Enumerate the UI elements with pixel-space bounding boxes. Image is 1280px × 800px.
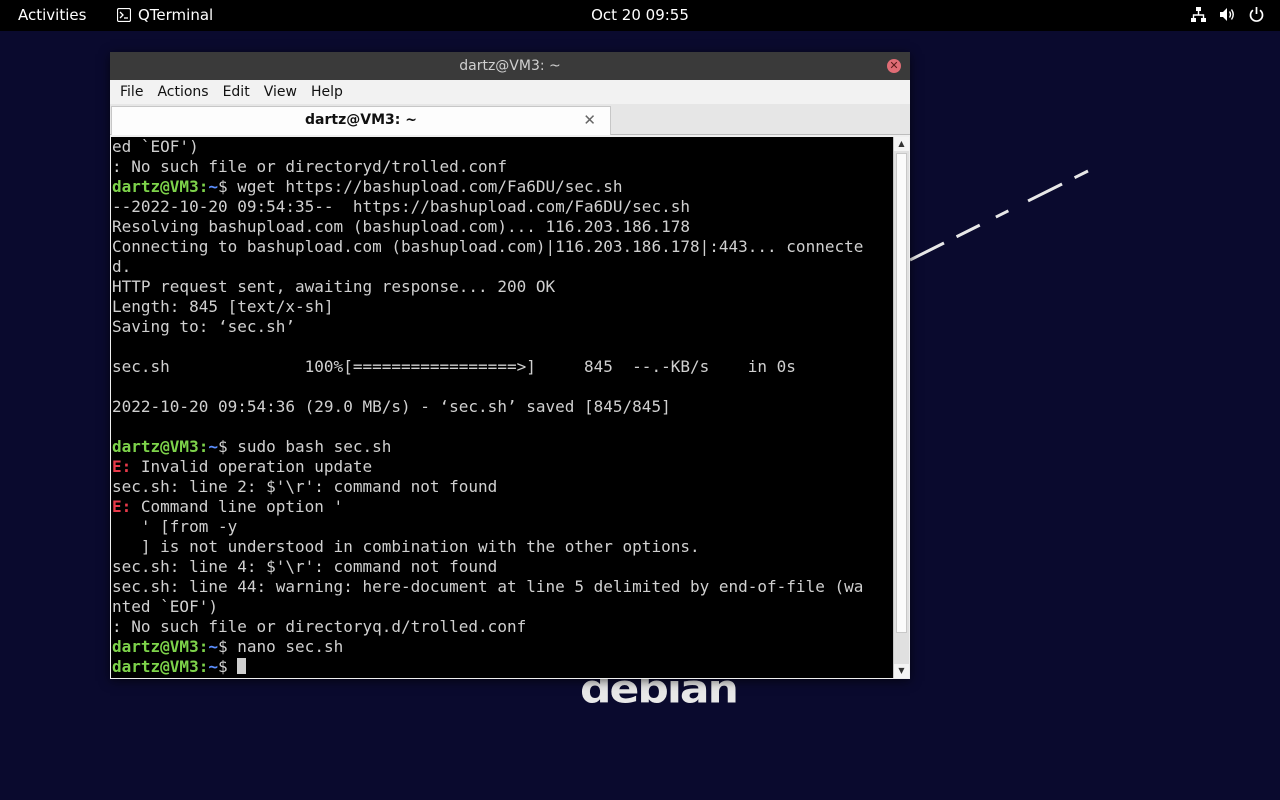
prompt-path: ~ — [208, 437, 218, 456]
terminal-output-line: Saving to: ‘sec.sh’ — [112, 317, 296, 336]
power-icon[interactable] — [1248, 6, 1265, 23]
close-tab-icon[interactable]: ✕ — [583, 107, 596, 134]
prompt-path: ~ — [208, 177, 218, 196]
terminal-output-line: d. — [112, 257, 132, 276]
terminal-output-line: --2022-10-20 09:54:35-- https://bashuplo… — [112, 197, 690, 216]
volume-icon[interactable] — [1219, 6, 1236, 23]
error-tag: E: — [112, 497, 132, 516]
wallpaper-swoosh — [909, 169, 1089, 262]
menu-actions[interactable]: Actions — [157, 80, 215, 104]
menu-file[interactable]: File — [120, 80, 150, 104]
prompt-symbol: $ — [217, 437, 238, 456]
terminal-output-line: 2022-10-20 09:54:36 (29.0 MB/s) - ‘sec.s… — [112, 397, 671, 416]
terminal-output-line: Length: 845 [text/x-sh] — [112, 297, 334, 316]
network-icon[interactable] — [1190, 6, 1207, 23]
prompt-user: dartz@VM3 — [112, 657, 199, 676]
terminal-output-line: ed `EOF') — [112, 137, 199, 156]
terminal-output-line: : No such file or directoryd/trolled.con… — [112, 157, 507, 176]
terminal-error-line: E: Command line option ' — [112, 497, 893, 517]
prompt-user: dartz@VM3 — [112, 437, 199, 456]
error-tag: E: — [112, 457, 132, 476]
terminal-output-line: sec.sh: line 2: $'\r': command not found — [112, 477, 498, 496]
app-name: QTerminal — [138, 6, 214, 24]
prompt-path: ~ — [208, 657, 218, 676]
terminal-output-line: HTTP request sent, awaiting response... … — [112, 277, 556, 296]
prompt-user: dartz@VM3 — [112, 637, 199, 656]
command-text: sudo bash sec.sh — [237, 437, 392, 456]
menu-help[interactable]: Help — [311, 80, 350, 104]
terminal-output-line: sec.sh: line 4: $'\r': command not found — [112, 557, 498, 576]
terminal-window[interactable]: dartz@VM3: ~ ✕ File Actions Edit View He… — [110, 52, 910, 679]
terminal-output-line: : No such file or directoryq.d/trolled.c… — [112, 617, 527, 636]
menu-view[interactable]: View — [264, 80, 304, 104]
terminal-prompt-line: dartz@VM3:~$ sudo bash sec.sh — [112, 437, 893, 457]
activities-button[interactable]: Activities — [18, 6, 86, 24]
prompt-symbol: $ — [217, 657, 238, 676]
prompt-path: ~ — [208, 637, 218, 656]
scrollbar-thumb[interactable] — [896, 153, 907, 633]
prompt-separator: : — [198, 177, 209, 196]
terminal-output-line: sec.sh: line 44: warning: here-document … — [112, 577, 864, 596]
prompt-separator: : — [198, 437, 209, 456]
terminal-prompt-line: dartz@VM3:~$ wget https://bashupload.com… — [112, 177, 893, 197]
close-window-button[interactable]: ✕ — [887, 59, 901, 73]
tab-bar: dartz@VM3: ~ ✕ — [110, 104, 910, 135]
terminal-output-line: sec.sh 100%[=================>] 845 --.-… — [112, 357, 796, 376]
error-text: Command line option ' — [131, 497, 344, 516]
close-icon: ✕ — [889, 59, 899, 72]
prompt-symbol: $ — [217, 637, 238, 656]
terminal-error-line: E: Invalid operation update — [112, 457, 893, 477]
prompt-separator: : — [198, 637, 209, 656]
scroll-up-arrow-icon[interactable]: ▲ — [894, 137, 909, 151]
window-title: dartz@VM3: ~ — [459, 58, 561, 74]
command-text: wget https://bashupload.com/Fa6DU/sec.sh — [237, 177, 623, 196]
terminal-app-icon — [117, 8, 131, 22]
command-text: nano sec.sh — [237, 637, 344, 656]
terminal-lines: ed `EOF'): No such file or directoryd/tr… — [111, 137, 893, 677]
terminal-output-line: ] is not understood in combination with … — [112, 537, 700, 556]
terminal-prompt-line: dartz@VM3:~$ — [112, 657, 893, 677]
terminal-output-line: ' [from -y — [112, 517, 238, 536]
menu-edit[interactable]: Edit — [223, 80, 257, 104]
prompt-symbol: $ — [217, 177, 238, 196]
window-titlebar[interactable]: dartz@VM3: ~ ✕ — [110, 52, 910, 80]
prompt-separator: : — [198, 657, 209, 676]
terminal-prompt-line: dartz@VM3:~$ nano sec.sh — [112, 637, 893, 657]
vertical-scrollbar[interactable]: ▲ ▼ — [893, 137, 909, 678]
tab-terminal[interactable]: dartz@VM3: ~ ✕ — [111, 106, 611, 135]
terminal-output-line: Connecting to bashupload.com (bashupload… — [112, 237, 864, 256]
text-cursor — [237, 658, 247, 674]
top-bar: Activities QTerminal Oct 20 09:55 — [0, 0, 1280, 31]
clock[interactable]: Oct 20 09:55 — [591, 6, 689, 24]
menu-bar: File Actions Edit View Help — [110, 80, 910, 104]
app-menu-button[interactable]: QTerminal — [117, 6, 213, 24]
tab-label: dartz@VM3: ~ — [305, 112, 417, 128]
terminal-output-line: nted `EOF') — [112, 597, 218, 616]
scroll-down-arrow-icon[interactable]: ▼ — [894, 664, 909, 678]
system-tray[interactable] — [1190, 6, 1265, 23]
terminal-output[interactable]: ed `EOF'): No such file or directoryd/tr… — [111, 137, 893, 678]
prompt-user: dartz@VM3 — [112, 177, 199, 196]
terminal-output-line: Resolving bashupload.com (bashupload.com… — [112, 217, 690, 236]
error-text: Invalid operation update — [131, 457, 373, 476]
